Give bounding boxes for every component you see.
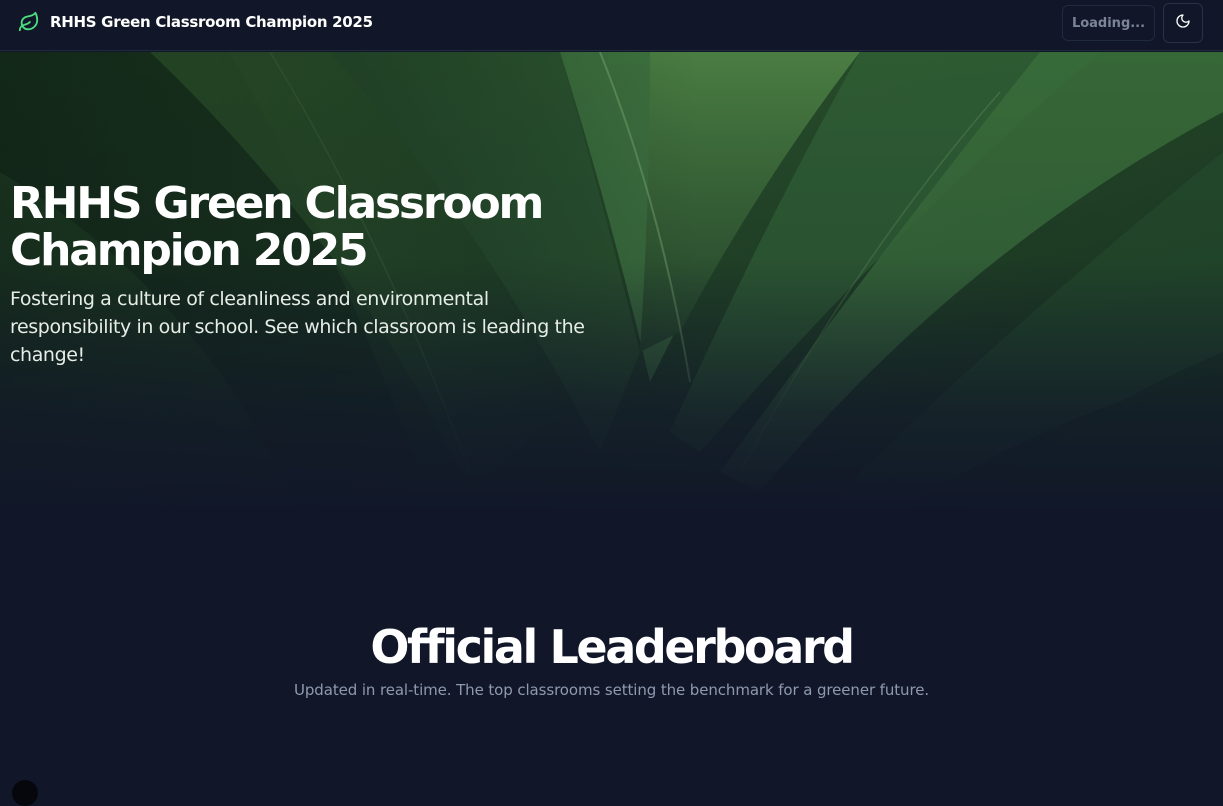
floating-action-button[interactable]	[12, 780, 38, 806]
top-navigation-bar: RHHS Green Classroom Champion 2025 Loadi…	[0, 0, 1223, 51]
hero-section: RHHS Green Classroom Champion 2025 Foste…	[0, 52, 1223, 512]
leaderboard-title: Official Leaderboard	[370, 620, 855, 674]
leaderboard-subtitle: Updated in real-time. The top classrooms…	[294, 681, 929, 699]
brand-title: RHHS Green Classroom Champion 2025	[50, 13, 373, 31]
leaf-icon	[18, 11, 40, 33]
theme-toggle-button[interactable]	[1163, 3, 1203, 43]
moon-icon	[1175, 13, 1191, 33]
brand[interactable]: RHHS Green Classroom Champion 2025	[18, 11, 373, 33]
hero-fade	[0, 52, 1223, 512]
hero-title: RHHS Green Classroom Champion 2025	[10, 178, 544, 276]
hero-subtitle: Fostering a culture of cleanliness and e…	[10, 288, 585, 366]
loading-button[interactable]: Loading...	[1062, 5, 1155, 41]
